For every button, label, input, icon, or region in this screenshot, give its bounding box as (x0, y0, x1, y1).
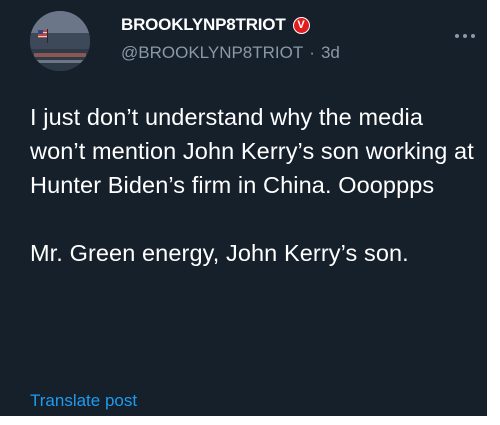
tweet-card: BROOKLYNP8TRIOT V @BROOKLYNP8TRIOT · 3d … (0, 0, 487, 416)
post-timestamp[interactable]: 3d (321, 43, 340, 63)
translate-post-link[interactable]: Translate post (30, 391, 137, 411)
avatar-image (30, 11, 90, 71)
badge-letter: V (293, 17, 309, 33)
handle-row: @BROOKLYNP8TRIOT · 3d (121, 42, 340, 64)
tweet-paragraph: Mr. Green energy, John Kerry’s son. (30, 240, 409, 266)
page-margin-right (487, 0, 500, 425)
display-name[interactable]: BROOKLYNP8TRIOT (121, 15, 286, 35)
user-handle[interactable]: @BROOKLYNP8TRIOT (121, 43, 303, 63)
tweet-paragraph: I just don’t understand why the media wo… (30, 104, 474, 198)
avatar[interactable] (30, 11, 90, 71)
handle-separator: · (309, 43, 315, 62)
verified-badge-icon: V (292, 16, 310, 34)
tweet-text: I just don’t understand why the media wo… (30, 100, 480, 270)
name-row: BROOKLYNP8TRIOT V (121, 14, 310, 36)
more-button[interactable] (450, 26, 480, 46)
page-margin-bottom (0, 416, 500, 425)
more-horizontal-icon (455, 34, 475, 38)
